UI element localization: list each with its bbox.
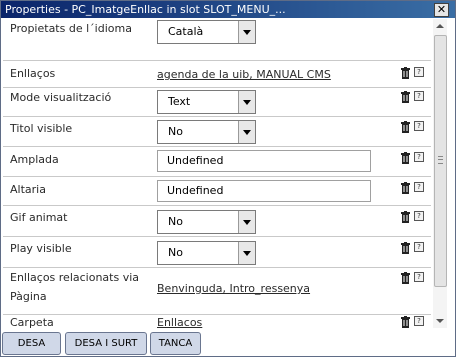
row-actions: ? [400, 272, 430, 284]
language-select[interactable]: Català [157, 20, 256, 44]
help-icon[interactable]: ? [414, 242, 424, 252]
folder-link[interactable]: Enllacos [157, 316, 202, 329]
help-icon[interactable]: ? [414, 182, 424, 192]
title-visible-select[interactable]: No [157, 120, 256, 144]
property-row-altaria: Altaria Undefined ? [3, 177, 431, 206]
scroll-down-icon[interactable] [433, 314, 447, 328]
property-label: Gif animat [10, 211, 68, 224]
trash-icon[interactable] [400, 121, 411, 133]
row-actions: ? [400, 316, 430, 328]
property-row-play: Play visible No ? [3, 237, 431, 268]
trash-icon[interactable] [400, 91, 411, 103]
scroll-thumb[interactable] [434, 35, 447, 287]
input-value: Undefined [167, 184, 224, 197]
select-value: Català [168, 25, 204, 38]
property-row-carpeta: Carpeta Enllacos ? [3, 315, 431, 329]
dropdown-arrow-icon[interactable] [238, 21, 255, 43]
property-row-idioma: Propietats de l´idioma Català [3, 18, 431, 61]
select-value: No [168, 125, 183, 138]
property-label: Altaria [10, 183, 46, 196]
help-icon[interactable]: ? [414, 121, 424, 131]
row-actions: ? [400, 152, 430, 164]
select-value: No [168, 246, 183, 259]
close-button[interactable]: TANCA [150, 332, 201, 355]
grip-icon [438, 156, 443, 164]
property-label: Play visible [10, 242, 72, 255]
window-title: Properties - PC_ImatgeEnllac in slot SLO… [5, 3, 286, 16]
property-label: Amplada [10, 153, 59, 166]
property-row-titol: Titol visible No ? [3, 117, 431, 147]
help-icon[interactable]: ? [414, 91, 424, 101]
width-input[interactable]: Undefined [157, 150, 371, 172]
trash-icon[interactable] [400, 211, 411, 223]
related-links-link[interactable]: Benvinguda, Intro_ressenya [157, 282, 310, 295]
property-row-enllacos: Enllaços agenda de la uib, MANUAL CMS ? [3, 60, 431, 88]
enllacos-link[interactable]: agenda de la uib, MANUAL CMS [157, 68, 331, 81]
vertical-scrollbar[interactable] [433, 19, 447, 328]
row-actions: ? [400, 182, 430, 194]
help-icon[interactable]: ? [414, 211, 424, 221]
property-row-related-links: Enllaços relacionats via Pàgina Benvingu… [3, 268, 431, 315]
trash-icon[interactable] [400, 67, 411, 79]
trash-icon[interactable] [400, 242, 411, 254]
save-button[interactable]: DESA [2, 332, 61, 355]
property-label: Carpeta [10, 316, 54, 329]
help-icon[interactable]: ? [414, 152, 424, 162]
trash-icon[interactable] [400, 272, 411, 284]
close-icon[interactable]: ✕ [434, 3, 449, 17]
height-input[interactable]: Undefined [157, 180, 371, 202]
property-row-mode: Mode visualització Text ? [3, 88, 431, 117]
properties-list: Propietats de l´idioma Català Enllaços a… [3, 18, 431, 329]
row-actions: ? [400, 67, 430, 79]
scroll-up-icon[interactable] [433, 19, 447, 33]
property-label-line2: Pàgina [10, 290, 47, 303]
property-label: Enllaços relacionats via [10, 271, 140, 284]
select-value: Text [168, 95, 191, 108]
trash-icon[interactable] [400, 152, 411, 164]
help-icon[interactable]: ? [414, 67, 424, 77]
properties-window: Properties - PC_ImatgeEnllac in slot SLO… [0, 0, 456, 357]
input-value: Undefined [167, 154, 224, 167]
property-row-amplada: Amplada Undefined ? [3, 147, 431, 177]
play-visible-select[interactable]: No [157, 241, 256, 265]
property-label: Titol visible [10, 122, 73, 135]
row-actions: ? [400, 121, 430, 133]
row-actions: ? [400, 91, 430, 103]
help-icon[interactable]: ? [414, 316, 424, 326]
row-actions: ? [400, 242, 430, 254]
dropdown-arrow-icon[interactable] [238, 211, 255, 233]
property-label: Propietats de l´idioma [10, 22, 132, 35]
trash-icon[interactable] [400, 182, 411, 194]
help-icon[interactable]: ? [414, 272, 424, 282]
dropdown-arrow-icon[interactable] [238, 91, 255, 113]
property-label: Enllaços [10, 67, 56, 80]
save-and-exit-button[interactable]: DESA I SURT [65, 332, 147, 355]
trash-icon[interactable] [400, 316, 411, 328]
dropdown-arrow-icon[interactable] [238, 121, 255, 143]
title-bar[interactable]: Properties - PC_ImatgeEnllac in slot SLO… [1, 1, 455, 18]
row-actions: ? [400, 211, 430, 223]
animated-gif-select[interactable]: No [157, 210, 256, 234]
select-value: No [168, 215, 183, 228]
property-label: Mode visualització [10, 91, 112, 104]
dropdown-arrow-icon[interactable] [238, 242, 255, 264]
property-row-gif: Gif animat No ? [3, 206, 431, 237]
display-mode-select[interactable]: Text [157, 90, 256, 114]
